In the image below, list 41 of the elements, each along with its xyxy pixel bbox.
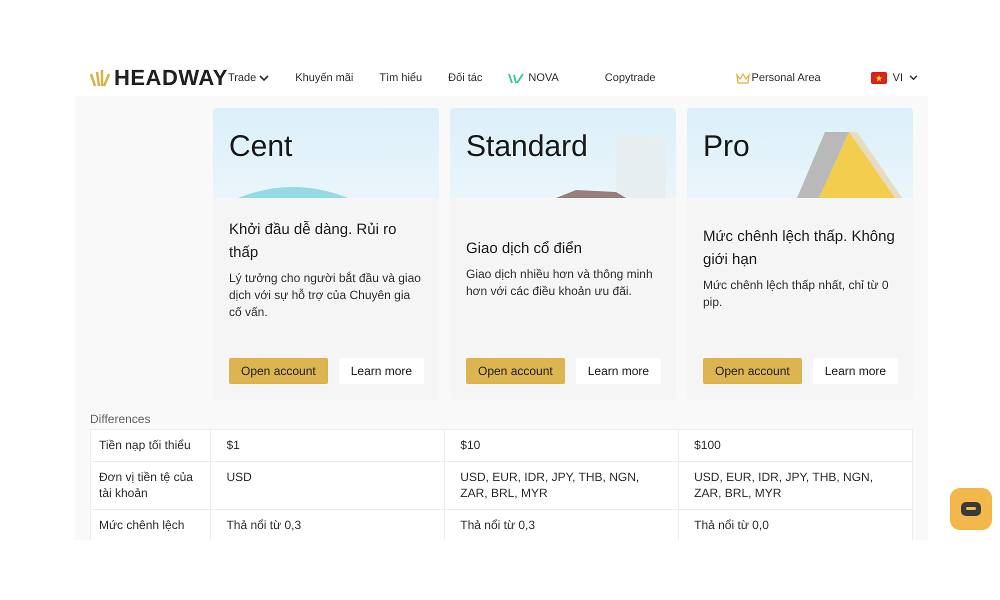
- table-cell: USD, EUR, IDR, JPY, THB, NGN, ZAR, BRL, MYR: [678, 462, 912, 510]
- personal-area-link[interactable]: Personal Area: [752, 72, 821, 84]
- card-description: Mức chênh lệch thấp nhất, chỉ từ 0 pip.: [703, 277, 890, 311]
- section-title: Differences: [90, 412, 152, 426]
- card-title: Pro: [703, 130, 750, 164]
- learn-more-button[interactable]: Learn more: [812, 358, 898, 384]
- nav-link[interactable]: Khuyến mãi: [295, 72, 354, 84]
- learn-more-button[interactable]: Learn more: [338, 358, 424, 384]
- nova-logo-icon: [508, 72, 524, 84]
- crown-logo-icon: [90, 68, 112, 88]
- nav-link[interactable]: Trade: [228, 72, 270, 84]
- table-cell: USD, EUR, IDR, JPY, THB, NGN, ZAR, BRL, MYR: [444, 462, 679, 510]
- chevron-down-icon: [909, 75, 918, 81]
- card-title: Standard: [466, 130, 588, 164]
- nav-link[interactable]: Tìm hiểu: [379, 72, 422, 84]
- row-label: Tiền nạp tối thiểu: [90, 430, 211, 462]
- table-cell: $1: [210, 430, 445, 462]
- learn-more-button[interactable]: Learn more: [576, 358, 662, 384]
- nav-link[interactable]: Copytrade: [604, 72, 656, 84]
- nav-link[interactable]: NOVA: [528, 72, 559, 84]
- open-account-button[interactable]: Open account: [229, 358, 328, 384]
- crown-icon: [736, 72, 750, 84]
- chevron-down-icon: [259, 74, 270, 82]
- logo-text[interactable]: HEADWAY: [114, 65, 228, 91]
- card-tagline: Mức chênh lệch thấp. Không giới hạn: [703, 227, 896, 270]
- card-tagline: Giao dịch cổ điển: [466, 238, 583, 258]
- card-description: Giao dịch nhiều hơn và thông minh hơn với các điều khoản ưu đãi.: [466, 266, 654, 300]
- card-title: Cent: [229, 130, 292, 164]
- chat-button[interactable]: [950, 488, 992, 530]
- nav-link[interactable]: Đối tác: [448, 72, 482, 84]
- table-cell: USD: [210, 462, 445, 510]
- open-account-button[interactable]: Open account: [466, 358, 565, 384]
- card-description: Lý tưởng cho người bắt đầu và giao dịch với sự hỗ trợ của Chuyên gia cố vấn.: [229, 270, 422, 321]
- open-account-button[interactable]: Open account: [703, 358, 802, 384]
- chat-icon: [961, 502, 981, 516]
- table-cell: $100: [678, 430, 912, 462]
- language-selector[interactable]: VI: [892, 72, 904, 84]
- row-label: Đơn vị tiền tệ của tài khoản: [90, 462, 211, 510]
- table-cell: $10: [444, 430, 679, 462]
- card-tagline: Khởi đầu dễ dàng. Rủi ro thấp: [229, 220, 398, 263]
- flag-icon: [870, 72, 887, 84]
